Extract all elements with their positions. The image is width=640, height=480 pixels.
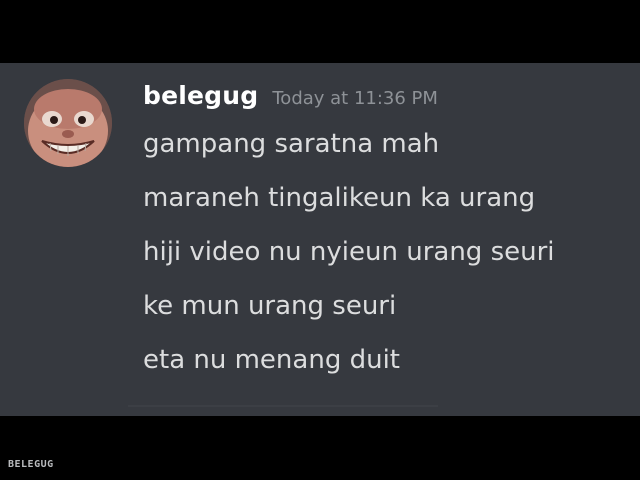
username[interactable]: belegug [143, 81, 258, 110]
smiling-face-avatar-icon [24, 79, 112, 167]
message-timestamp[interactable]: Today at 11:36 PM [272, 88, 438, 109]
message-line-1: gampang saratna mah [143, 129, 440, 159]
message-line-5: eta nu menang duit [143, 345, 400, 375]
chat-panel: belegug Today at 11:36 PM gampang saratn… [0, 63, 640, 470]
user-avatar[interactable] [24, 79, 112, 167]
message-line-3: hiji video nu nyieun urang seuri [143, 237, 555, 267]
video-frame: belegug Today at 11:36 PM gampang saratn… [0, 0, 640, 480]
chat-message: belegug Today at 11:36 PM gampang saratn… [0, 63, 640, 416]
watermark: BELEGUG [8, 459, 54, 470]
message-divider [128, 405, 438, 407]
message-header: belegug Today at 11:36 PM [143, 81, 438, 110]
message-line-2: maraneh tingalikeun ka urang [143, 183, 536, 213]
message-line-4: ke mun urang seuri [143, 291, 397, 321]
message-content: gampang saratna mah maraneh tingalikeun … [143, 127, 555, 397]
